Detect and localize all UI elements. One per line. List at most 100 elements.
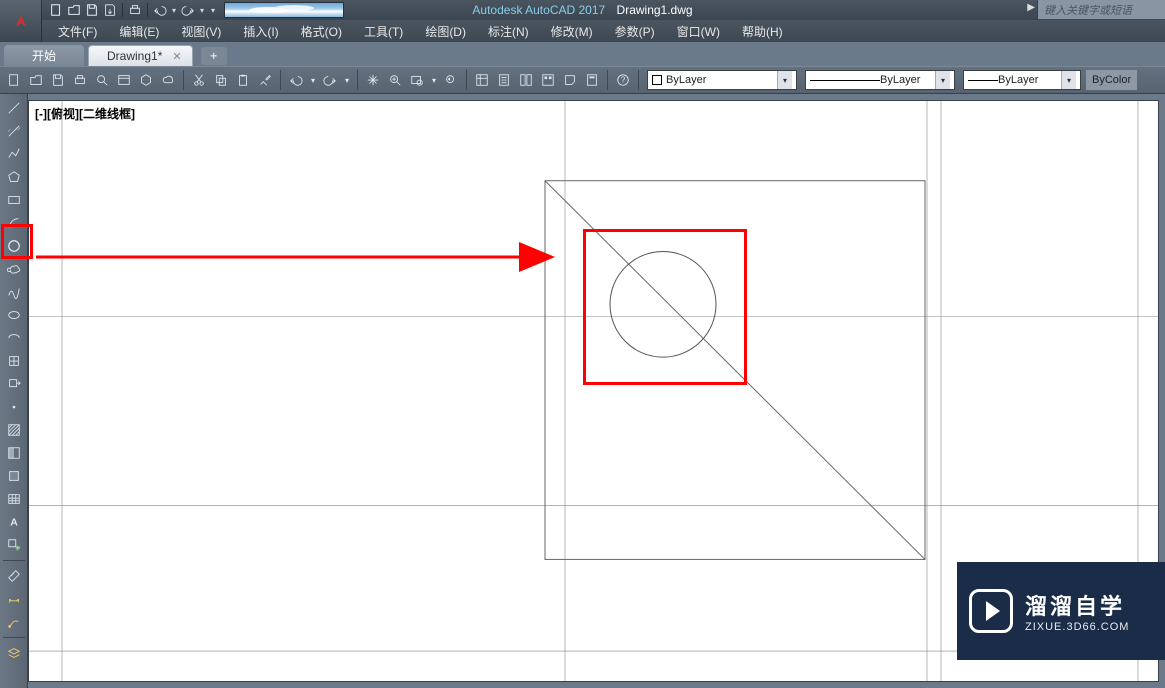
tb-markup-icon[interactable]	[560, 70, 580, 90]
linetype-sample-icon	[810, 80, 880, 81]
qat-undo-dropdown-icon[interactable]: ▾	[170, 2, 178, 18]
bycolor-label: ByColor	[1092, 74, 1131, 86]
qat-redo-icon[interactable]	[180, 2, 196, 18]
tool-ellipse-arc-icon[interactable]	[3, 328, 25, 348]
qat-save-icon[interactable]	[84, 2, 100, 18]
tool-line-icon[interactable]	[3, 98, 25, 118]
tool-text-icon[interactable]: A	[3, 512, 25, 532]
menu-view[interactable]: 视图(V)	[171, 21, 231, 42]
qat-plot-icon[interactable]	[127, 2, 143, 18]
menu-window[interactable]: 窗口(W)	[667, 21, 730, 42]
tb-designcenter-icon[interactable]	[538, 70, 558, 90]
bycolor-button[interactable]: ByColor	[1086, 70, 1137, 90]
linetype-combo-value: ByLayer	[880, 74, 920, 86]
tool-gradient-icon[interactable]	[3, 443, 25, 463]
tool-revcloud-icon[interactable]	[3, 259, 25, 279]
watermark-url: ZIXUE.3D66.COM	[1025, 621, 1129, 633]
tool-point-icon[interactable]	[3, 397, 25, 417]
menu-draw[interactable]: 绘图(D)	[415, 21, 476, 42]
tb-paste-icon[interactable]	[233, 70, 253, 90]
tb-redo-icon[interactable]	[320, 70, 340, 90]
title-bar: ▾ ▾ ▾ Autodesk AutoCAD 2017 Drawing1.dwg…	[0, 0, 1165, 20]
tool-ellipse-icon[interactable]	[3, 305, 25, 325]
tb-quickcalc-icon[interactable]	[582, 70, 602, 90]
tb-sheet-icon[interactable]	[494, 70, 514, 90]
lineweight-combo[interactable]: ByLayer ▾	[963, 70, 1081, 90]
tab-add-button[interactable]: +	[201, 47, 227, 65]
menu-bar: 文件(F) 编辑(E) 视图(V) 插入(I) 格式(O) 工具(T) 绘图(D…	[0, 20, 1165, 42]
window-title: Autodesk AutoCAD 2017 Drawing1.dwg	[472, 3, 692, 17]
search-arrow-icon: ▶	[1027, 2, 1035, 13]
app-logo[interactable]	[0, 0, 42, 42]
tb-cloud-icon[interactable]	[158, 70, 178, 90]
menu-edit[interactable]: 编辑(E)	[109, 21, 169, 42]
tool-table-icon[interactable]	[3, 489, 25, 509]
tb-new-icon[interactable]	[4, 70, 24, 90]
linetype-combo[interactable]: ByLayer ▾	[805, 70, 955, 90]
tool-arc-icon[interactable]	[3, 213, 25, 233]
menu-file[interactable]: 文件(F)	[48, 21, 107, 42]
tb-zoom-prev-icon[interactable]	[441, 70, 461, 90]
tool-layeriso-icon[interactable]	[3, 643, 25, 663]
tab-home-label: 开始	[32, 47, 56, 64]
tab-drawing1[interactable]: Drawing1* ✕	[88, 45, 193, 66]
color-combo[interactable]: ByLayer ▾	[647, 70, 797, 90]
tool-dimlinear-icon[interactable]	[3, 589, 25, 609]
tb-save-icon[interactable]	[48, 70, 68, 90]
chevron-down-icon[interactable]: ▾	[935, 71, 950, 89]
tool-region-icon[interactable]	[3, 466, 25, 486]
tb-redo-dd-icon[interactable]: ▾	[342, 70, 352, 90]
qat-saveas-icon[interactable]	[102, 2, 118, 18]
tb-pan-icon[interactable]	[363, 70, 383, 90]
tb-help-icon[interactable]: ?	[613, 70, 633, 90]
chevron-down-icon[interactable]: ▾	[777, 71, 792, 89]
tb-toolpalette-icon[interactable]	[516, 70, 536, 90]
close-icon[interactable]: ✕	[172, 50, 181, 63]
menu-insert[interactable]: 插入(I)	[233, 21, 288, 42]
draw-toolbar: A	[0, 94, 28, 688]
tb-props-icon[interactable]	[472, 70, 492, 90]
tool-circle-icon[interactable]	[3, 236, 25, 256]
svg-text:?: ?	[621, 76, 626, 85]
watermark-title: 溜溜自学	[1025, 589, 1129, 621]
tool-polyline-icon[interactable]	[3, 144, 25, 164]
menu-tools[interactable]: 工具(T)	[354, 21, 413, 42]
tb-3ddwf-icon[interactable]	[136, 70, 156, 90]
menu-dimension[interactable]: 标注(N)	[478, 21, 539, 42]
chevron-down-icon[interactable]: ▾	[1061, 71, 1076, 89]
tb-zoom-win-icon[interactable]	[407, 70, 427, 90]
tb-zoom-rt-icon[interactable]	[385, 70, 405, 90]
tb-matchprop-icon[interactable]	[255, 70, 275, 90]
menu-parametric[interactable]: 参数(P)	[605, 21, 665, 42]
tb-undo-dd-icon[interactable]: ▾	[308, 70, 318, 90]
tb-zoom-dd-icon[interactable]: ▾	[429, 70, 439, 90]
tool-addselected-icon[interactable]	[3, 535, 25, 555]
search-input[interactable]: 键入关键字或短语	[1037, 0, 1165, 19]
tb-open-icon[interactable]	[26, 70, 46, 90]
tool-xline-icon[interactable]	[3, 121, 25, 141]
tb-plot-icon[interactable]	[70, 70, 90, 90]
tool-makeblock-icon[interactable]	[3, 374, 25, 394]
qat-open-icon[interactable]	[66, 2, 82, 18]
tb-publish-icon[interactable]	[114, 70, 134, 90]
qat-undo-icon[interactable]	[152, 2, 168, 18]
qat-customize-icon[interactable]: ▾	[208, 2, 218, 18]
tool-leader-icon[interactable]	[3, 612, 25, 632]
menu-format[interactable]: 格式(O)	[291, 21, 352, 42]
tool-rectangle-icon[interactable]	[3, 190, 25, 210]
tool-polygon-icon[interactable]	[3, 167, 25, 187]
tool-insertblock-icon[interactable]	[3, 351, 25, 371]
tb-undo-icon[interactable]	[286, 70, 306, 90]
tab-home[interactable]: 开始	[4, 45, 84, 66]
tb-cut-icon[interactable]	[189, 70, 209, 90]
qat-new-icon[interactable]	[48, 2, 64, 18]
menu-modify[interactable]: 修改(M)	[541, 21, 603, 42]
workspace-strip[interactable]	[224, 2, 344, 18]
menu-help[interactable]: 帮助(H)	[732, 21, 793, 42]
tool-measure-icon[interactable]	[3, 566, 25, 586]
tool-hatch-icon[interactable]	[3, 420, 25, 440]
qat-redo-dropdown-icon[interactable]: ▾	[198, 2, 206, 18]
tool-spline-icon[interactable]	[3, 282, 25, 302]
tb-plotpreview-icon[interactable]	[92, 70, 112, 90]
tb-copy-icon[interactable]	[211, 70, 231, 90]
